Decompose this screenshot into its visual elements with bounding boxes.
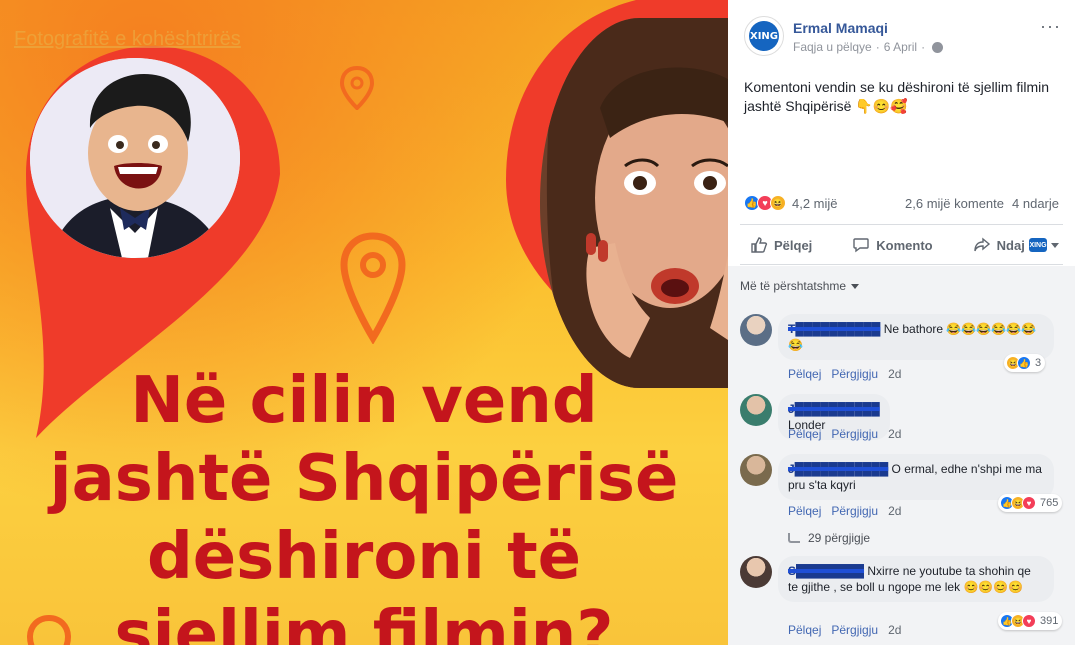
more-options-icon[interactable]: ··· <box>1040 16 1061 37</box>
page-mini-logo: XING <box>1029 238 1047 252</box>
comment-author[interactable]: S████████ <box>788 564 864 578</box>
shares-count-link[interactable]: 4 ndarje <box>1012 196 1059 211</box>
page-avatar[interactable]: XING <box>744 16 784 56</box>
comment-like-link[interactable]: Pëlqej <box>788 504 821 518</box>
medium-pin-icon <box>340 232 406 344</box>
comment-actions: Pëlqej Përgjigju 2d <box>788 427 901 441</box>
chevron-down-icon <box>851 283 860 289</box>
meta-separator: · <box>875 40 880 54</box>
comment-reaction-chip[interactable]: 😆 👍 3 <box>1004 354 1046 372</box>
meta-separator: · <box>921 40 926 54</box>
comment-button-label: Komento <box>876 237 933 253</box>
man-portrait-illustration <box>30 58 240 258</box>
comment-reaction-count: 765 <box>1040 497 1059 509</box>
comment-actions: Pëlqej Përgjigju 2d <box>788 367 901 381</box>
reply-arrow-icon <box>788 533 800 543</box>
replies-count: 29 përgjigje <box>808 531 871 545</box>
comment-button[interactable]: Komento <box>852 236 933 254</box>
comment-icon <box>853 238 869 253</box>
chevron-down-icon <box>1051 242 1059 248</box>
divider <box>740 264 1063 265</box>
comment-reaction-chip[interactable]: 👍 😆 ♥ 391 <box>998 612 1063 630</box>
page-name-link[interactable]: Ermal Mamaqi <box>793 20 943 36</box>
headline-line-2: jashtë Shqipërisë <box>49 442 679 516</box>
commenter-avatar[interactable] <box>740 556 772 588</box>
like-button[interactable]: Pëlqej <box>750 236 812 254</box>
comment-time[interactable]: 2d <box>888 504 901 518</box>
like-reaction-icon: 👍 <box>1017 356 1031 370</box>
headline-line-1: Në cilin vend <box>130 364 598 438</box>
post-header: XING Ermal Mamaqi Faqja u pëlqye · 6 Apr… <box>744 16 944 56</box>
reactions-summary[interactable]: 👍 ♥ 😆 4,2 mijë <box>744 195 838 211</box>
share-arrow-icon <box>973 237 990 252</box>
comment-like-link[interactable]: Pëlqej <box>788 427 821 441</box>
love-reaction-icon: ♥ <box>1022 614 1036 628</box>
view-replies-link[interactable]: 29 përgjigje <box>788 531 870 545</box>
comment-author[interactable]: J██████████ <box>788 402 880 416</box>
comment-sort-label: Më të përshtatshme <box>740 279 847 293</box>
comment-sort-dropdown[interactable]: Më të përshtatshme <box>740 279 860 293</box>
comment-actions: Pëlqej Përgjigju 2d <box>788 623 901 637</box>
post-panel: XING Ermal Mamaqi Faqja u pëlqye · 6 Apr… <box>728 0 1075 645</box>
comment-reply-link[interactable]: Përgjigju <box>831 427 878 441</box>
love-reaction-icon: ♥ <box>1022 496 1036 510</box>
commenter-avatar[interactable] <box>740 394 772 426</box>
post-as-selector[interactable]: XING <box>1029 238 1059 252</box>
comment-reply-link[interactable]: Përgjigju <box>831 504 878 518</box>
comment-like-link[interactable]: Pëlqej <box>788 623 821 637</box>
comment-author[interactable]: J███████████ <box>788 462 888 476</box>
globe-icon[interactable] <box>932 41 944 53</box>
comment-like-link[interactable]: Pëlqej <box>788 367 821 381</box>
post-stats: 2,6 mijë komente 4 ndarje <box>905 196 1059 211</box>
woman-portrait-illustration <box>540 18 728 388</box>
haha-reaction-icon: 😆 <box>770 195 786 211</box>
headline-line-4: sjellim filmin? <box>114 598 614 645</box>
comment-actions: Pëlqej Përgjigju 2d <box>788 504 901 518</box>
share-button-label: Ndaj <box>996 237 1025 253</box>
thumbs-up-icon <box>751 237 768 253</box>
commenter-avatar[interactable] <box>740 454 772 486</box>
reactions-count: 4,2 mijë <box>792 195 838 211</box>
man-portrait <box>30 58 240 258</box>
photo-headline: Në cilin vend jashtë Shqipërisë dëshiron… <box>0 362 728 645</box>
comment-time[interactable]: 2d <box>888 623 901 637</box>
divider <box>740 224 1063 225</box>
comment-author[interactable]: T██████████ <box>788 322 880 336</box>
post-meta: Faqja u pëlqye · 6 April · <box>793 40 944 54</box>
commenter-avatar[interactable] <box>740 314 772 346</box>
woman-portrait <box>540 18 728 388</box>
comment-time[interactable]: 2d <box>888 367 901 381</box>
page-liked-label: Faqja u pëlqye <box>793 40 872 54</box>
comments-count-link[interactable]: 2,6 mijë komente <box>905 196 1004 211</box>
post-actions: Pëlqej Komento Ndaj XING <box>740 230 1063 260</box>
headline-line-3: dëshironi të <box>146 520 582 594</box>
post-text: Komentoni vendin se ku dëshironi të sjel… <box>744 79 1050 114</box>
comment-reply-link[interactable]: Përgjigju <box>831 623 878 637</box>
comment-reply-link[interactable]: Përgjigju <box>831 367 878 381</box>
faded-album-link: Fotografitë e kohështrirës <box>14 28 241 50</box>
like-button-label: Pëlqej <box>774 237 813 253</box>
comments-section: Më të përshtatshme T██████████ Ne bathor… <box>728 266 1075 645</box>
comment-bubble: S████████ Nxirre ne youtube ta shohin qe… <box>778 556 1054 602</box>
post-date[interactable]: 6 April <box>884 40 917 54</box>
comment-time[interactable]: 2d <box>888 427 901 441</box>
comment-reaction-count: 391 <box>1040 615 1059 627</box>
share-button[interactable]: Ndaj <box>973 236 1025 254</box>
page-logo: XING <box>749 21 779 51</box>
comment-reaction-count: 3 <box>1035 357 1042 369</box>
comment-reaction-chip[interactable]: 👍 😆 ♥ 765 <box>998 494 1063 512</box>
post-photo[interactable]: Fotografitë e kohështrirës Në cilin vend… <box>0 0 728 645</box>
small-pin-icon <box>340 66 374 110</box>
